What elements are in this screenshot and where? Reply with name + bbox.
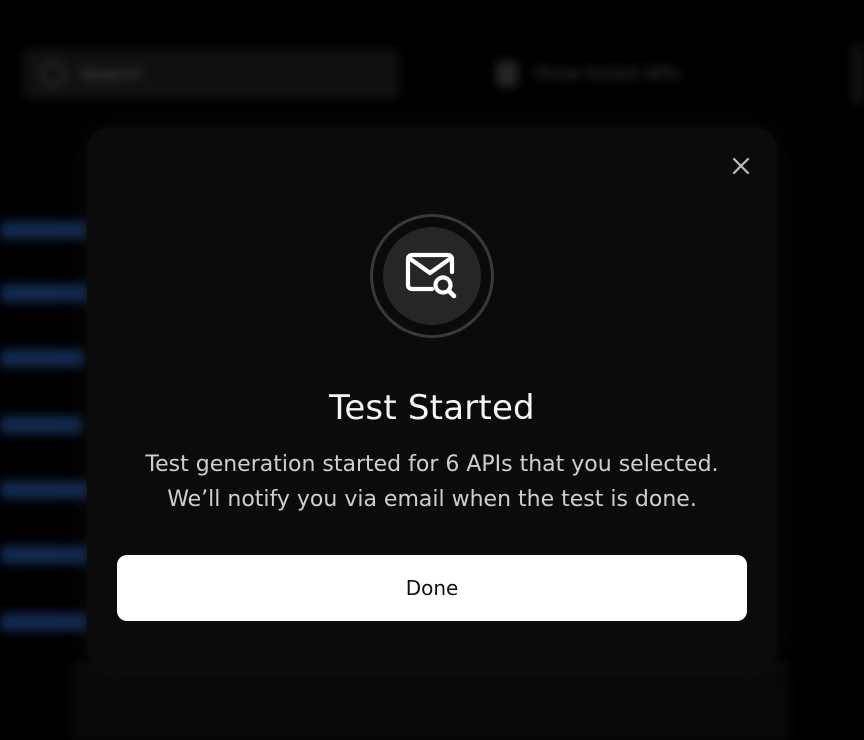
close-icon [732, 157, 750, 175]
mail-icon-badge [370, 214, 494, 338]
background-code-line [0, 546, 90, 564]
background-code-line [0, 349, 84, 367]
background-edge-control [852, 44, 864, 104]
modal-title: Test Started [329, 388, 535, 428]
test-started-modal: Test Started Test generation started for… [87, 128, 777, 668]
document-icon [496, 61, 518, 87]
modal-message: Test generation started for 6 APIs that … [87, 447, 777, 517]
modal-message-line-2: We’ll notify you via email when the test… [167, 487, 697, 512]
background-toggle-label: Show tested APIs [534, 64, 681, 84]
search-icon [40, 61, 66, 87]
screen: Search Show tested APIs Test Started Tes… [0, 0, 864, 740]
mail-search-icon [405, 252, 457, 299]
background-code-line [0, 284, 90, 302]
done-button[interactable]: Done [117, 555, 747, 621]
mail-icon-background [383, 227, 481, 325]
modal-message-line-1: Test generation started for 6 APIs that … [145, 452, 719, 477]
close-button[interactable] [727, 152, 755, 180]
background-code-line [0, 481, 90, 499]
background-code-line [0, 416, 82, 434]
background-search-placeholder: Search [80, 63, 142, 85]
background-search-bar: Search [22, 48, 400, 100]
background-panel [70, 660, 790, 740]
background-code-line [0, 221, 88, 239]
background-show-tested-toggle: Show tested APIs [478, 48, 710, 100]
background-code-line [0, 613, 88, 631]
